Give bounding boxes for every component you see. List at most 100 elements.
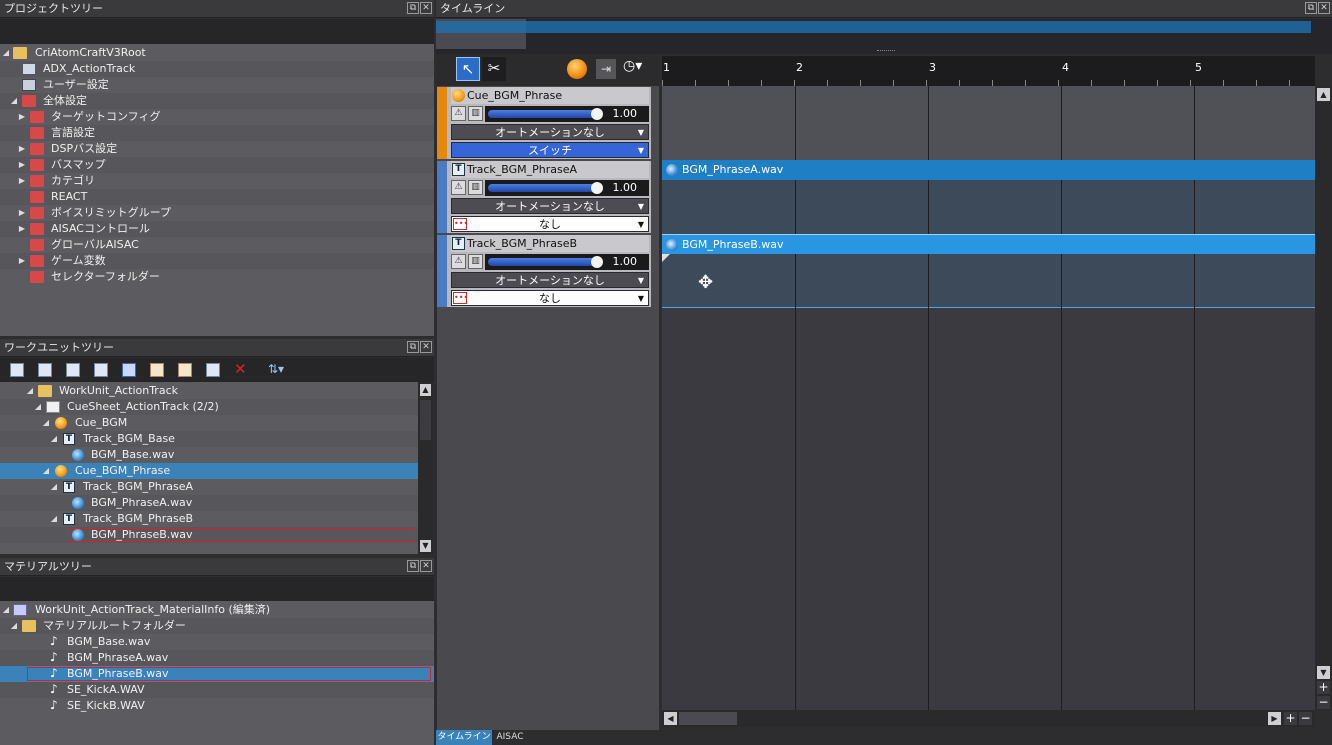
new-waveform-icon[interactable] [122, 363, 136, 377]
close-icon[interactable]: ✕ [420, 341, 432, 353]
tree-row[interactable]: ♪ BGM_PhraseA.wav [0, 650, 434, 666]
float-icon[interactable]: ⧉ [407, 560, 419, 572]
meter-icon[interactable]: ▥ [468, 180, 483, 195]
expand-arrow-icon[interactable]: ◢ [33, 399, 43, 415]
tree-row[interactable]: ユーザー設定 [0, 77, 434, 93]
record-icon[interactable] [567, 59, 587, 79]
new-track-icon[interactable] [94, 363, 108, 377]
expand-arrow-icon[interactable]: ◢ [9, 618, 19, 634]
tree-row[interactable]: ▶ DSPバス設定 [0, 141, 434, 157]
delete-icon[interactable]: ✕ [234, 360, 247, 378]
timeline-ruler[interactable]: 1 2 3 4 5 [662, 56, 1315, 86]
scroll-left-icon[interactable]: ◀ [664, 712, 677, 725]
track-name[interactable]: T Track_BGM_PhraseA [451, 161, 649, 178]
mute-icon[interactable]: ⚠ [451, 254, 466, 269]
tree-row[interactable]: ◢ T Track_BGM_PhraseB [0, 511, 418, 527]
cue-automation-select[interactable]: オートメーションなし ▼ [451, 124, 649, 140]
tree-row[interactable]: ◢ Cue_BGM_Phrase [0, 463, 418, 479]
tree-row[interactable]: BGM_Base.wav [0, 447, 418, 463]
tree-row[interactable]: ◢ WorkUnit_ActionTrack [0, 383, 418, 399]
tree-row[interactable]: ◢ WorkUnit_ActionTrack_MaterialInfo (編集済) [0, 602, 434, 618]
cue-lane[interactable] [662, 86, 1315, 160]
expand-arrow-icon[interactable]: ◢ [49, 431, 59, 447]
select-tool-icon[interactable]: ↖ [456, 57, 480, 81]
track-option-select[interactable]: ••• なし ▼ [451, 216, 649, 232]
tree-row[interactable]: ADX_ActionTrack [0, 61, 434, 77]
expand-arrow-icon[interactable]: ◢ [41, 463, 51, 479]
float-icon[interactable]: ⧉ [407, 341, 419, 353]
tree-row[interactable]: ▶ AISACコントロール [0, 221, 434, 237]
waveform-region[interactable]: BGM_PhraseB.wav [662, 234, 1315, 254]
close-icon[interactable]: ✕ [420, 2, 432, 14]
workunit-tree[interactable]: ◢ WorkUnit_ActionTrack ◢ CueSheet_ActionTr… [0, 382, 418, 554]
tab-timeline[interactable]: タイムライン [436, 730, 492, 745]
collapsed-arrow-icon[interactable]: ▶ [17, 173, 27, 189]
expand-arrow-icon[interactable]: ◢ [9, 93, 19, 109]
tree-row[interactable]: ◢ Cue_BGM [0, 415, 418, 431]
waveform-region[interactable]: BGM_PhraseA.wav [662, 160, 1315, 180]
tree-row[interactable]: BGM_PhraseB.wav [0, 527, 418, 543]
snap-icon[interactable]: ⇥ [596, 59, 616, 79]
collapsed-arrow-icon[interactable]: ▶ [17, 253, 27, 269]
tree-row[interactable]: ◢ CueSheet_ActionTrack (2/2) [0, 399, 418, 415]
tree-row[interactable]: ◢ T Track_BGM_Base [0, 431, 418, 447]
tree-row[interactable]: ◢ 全体設定 [0, 93, 434, 109]
tree-row[interactable]: ♪ BGM_PhraseB.wav [0, 666, 434, 682]
tree-row[interactable]: ◢ CriAtomCraftV3Root [0, 45, 434, 61]
scroll-down-icon[interactable]: ▼ [420, 540, 431, 552]
zoom-out-icon[interactable]: − [1299, 712, 1312, 725]
overview-splitter-handle[interactable] [877, 50, 895, 53]
cut-tool-icon[interactable]: ✂ [482, 57, 506, 81]
expand-arrow-icon[interactable]: ◢ [49, 511, 59, 527]
cue-name[interactable]: Cue_BGM_Phrase [451, 87, 649, 104]
track-name[interactable]: T Track_BGM_PhraseB [451, 235, 649, 252]
collapsed-arrow-icon[interactable]: ▶ [17, 141, 27, 157]
fade-handle-icon[interactable] [662, 254, 670, 262]
tree-row[interactable]: ▶ バスマップ [0, 157, 434, 173]
track-option-select[interactable]: ••• なし ▼ [451, 290, 649, 306]
new-cuesheet-icon[interactable] [38, 363, 52, 377]
track-volume-slider[interactable]: 1.00 [485, 254, 649, 270]
scroll-down-icon[interactable]: ▼ [1317, 666, 1330, 679]
zoom-out-icon[interactable]: − [1317, 696, 1330, 709]
close-icon[interactable]: ✕ [1318, 2, 1330, 14]
new-aisac-icon[interactable] [150, 363, 164, 377]
expand-arrow-icon[interactable]: ◢ [41, 415, 51, 431]
tree-row[interactable]: BGM_PhraseA.wav [0, 495, 418, 511]
new-action-icon[interactable] [178, 363, 192, 377]
new-block-icon[interactable] [206, 363, 220, 377]
new-cue-icon[interactable] [66, 363, 80, 377]
tree-row[interactable]: ♪ SE_KickA.WAV [0, 682, 434, 698]
tree-row[interactable]: ▶ ターゲットコンフィグ [0, 109, 434, 125]
expand-arrow-icon[interactable]: ◢ [25, 383, 35, 399]
scroll-right-icon[interactable]: ▶ [1268, 712, 1281, 725]
tree-row[interactable]: ♪ BGM_Base.wav [0, 634, 434, 650]
scroll-up-icon[interactable]: ▲ [1317, 88, 1330, 101]
track-volume-slider[interactable]: 1.00 [485, 180, 649, 196]
tree-row[interactable]: ▶ ゲーム変数 [0, 253, 434, 269]
cue-type-select[interactable]: スイッチ ▼ [451, 142, 649, 158]
material-tree[interactable]: ◢ WorkUnit_ActionTrack_MaterialInfo (編集済)… [0, 601, 434, 745]
collapsed-arrow-icon[interactable]: ▶ [17, 157, 27, 173]
meter-icon[interactable]: ▥ [468, 254, 483, 269]
cue-volume-slider[interactable]: 1.00 [485, 106, 649, 122]
tree-row[interactable]: ▶ ボイスリミットグループ [0, 205, 434, 221]
clock-icon[interactable]: ◷▾ [623, 58, 642, 74]
track-automation-select[interactable]: オートメーションなし ▼ [451, 272, 649, 288]
float-icon[interactable]: ⧉ [1305, 2, 1317, 14]
timeline-hscrollbar[interactable]: ◀ ▶ + − [662, 710, 1315, 727]
meter-icon[interactable]: ▥ [468, 106, 483, 121]
track-automation-select[interactable]: オートメーションなし ▼ [451, 198, 649, 214]
tree-row[interactable]: ◢ T Track_BGM_PhraseA [0, 479, 418, 495]
collapsed-arrow-icon[interactable]: ▶ [17, 109, 27, 125]
workunit-scrollbar[interactable]: ▲ ▼ [418, 382, 433, 554]
expand-arrow-icon[interactable]: ◢ [1, 602, 11, 618]
tab-aisac[interactable]: AISAC [493, 730, 527, 745]
close-icon[interactable]: ✕ [420, 560, 432, 572]
expand-arrow-icon[interactable]: ◢ [49, 479, 59, 495]
zoom-in-icon[interactable]: + [1284, 712, 1297, 725]
new-workunit-icon[interactable] [10, 363, 24, 377]
mute-icon[interactable]: ⚠ [451, 180, 466, 195]
project-tree[interactable]: ◢ CriAtomCraftV3Root ADX_ActionTrack ユーザー… [0, 44, 434, 336]
mute-icon[interactable]: ⚠ [451, 106, 466, 121]
